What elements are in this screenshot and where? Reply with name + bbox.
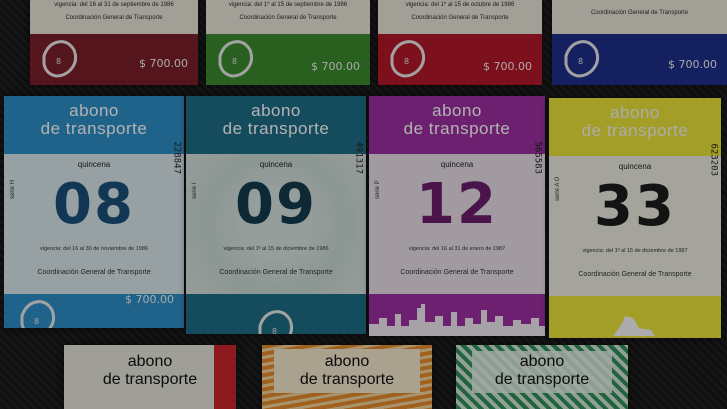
ticket-bottom-3: abono de transporte (456, 345, 628, 409)
coordination-text: Coordinación General de Transporte (411, 15, 509, 21)
coordination-text: Coordinación General de Transporte (219, 269, 333, 276)
svg-text:8: 8 (272, 327, 277, 334)
ticket-bottom-1: abono de transporte (64, 345, 236, 409)
ticket-body: quincena 12 serie P 565583 vigencia: del… (369, 141, 545, 294)
svg-text:8: 8 (232, 57, 237, 66)
validity-text: vigencia: del 16 al 30 de noviembre de 1… (40, 246, 148, 252)
validity-text: vigencia: del 1º al 15 de diciembre de 1… (582, 248, 688, 254)
ticket-top-3: vigencia: del 1º al 15 de octubre de 198… (378, 0, 542, 85)
uruguay-map-icon: 8 (20, 300, 56, 328)
ticket-body: quincena 08 serie H 228847 vigencia: del… (4, 141, 184, 294)
ticket-header: abono de transporte (186, 96, 366, 154)
ticket-header: abono de transporte (549, 98, 721, 156)
uruguay-map-icon: 8 (218, 40, 254, 78)
ticket-title-line1: abono (324, 353, 370, 370)
quincena-label: quincena (618, 162, 652, 171)
coordination-text: Coordinación General de Transporte (65, 15, 163, 21)
ticket-footer (369, 294, 545, 336)
ticket-title-line2: de transporte (299, 371, 395, 388)
price: $ 700.00 (139, 57, 188, 70)
quincena-label: quincena (77, 160, 111, 169)
price: $ 700.00 (668, 58, 717, 71)
svg-text:8: 8 (404, 57, 409, 66)
serie-label: serie H (10, 179, 16, 199)
ticket-title-line1: abono (432, 101, 482, 120)
coordination-text: Coordinación General de Transporte (590, 10, 689, 16)
ticket-top-4: Coordinación General de Transporte 8 $ 7… (552, 0, 727, 85)
serie-label: serie I (192, 182, 198, 199)
ticket-08: abono de transporte quincena 08 serie H … (4, 96, 184, 328)
coordination-text: Coordinación General de Transporte (37, 269, 151, 276)
ticket-footer (549, 296, 721, 338)
quincena-label: quincena (259, 160, 293, 169)
price: $ 700.00 (125, 293, 174, 306)
ticket-footer: 8 (186, 294, 366, 334)
ticket-title-line2: de transporte (102, 371, 198, 388)
ticket-top-2: vigencia: del 1º al 15 de septiembre de … (206, 0, 370, 85)
ticket-title-line1: abono (610, 103, 660, 122)
validity-text: vigencia: del 16 al 31 de enero de 1987 (408, 246, 506, 252)
ticket-09: abono de transporte quincena 09 serie I … (186, 96, 366, 334)
uruguay-map-icon: 8 (42, 40, 78, 78)
ticket-title-line2: de transporte (40, 119, 148, 138)
coordination-text: Coordinación General de Transporte (400, 269, 514, 276)
ticket-top-1: vigencia: del 16 al 31 de septiembre de … (30, 0, 198, 85)
serial-number: 565583 (533, 141, 543, 174)
ticket-title-line2: de transporte (494, 371, 590, 388)
ticket-title-line2: de transporte (222, 119, 330, 138)
ticket-title-line2: de transporte (581, 121, 689, 140)
ticket-title-line1: abono (127, 353, 173, 370)
svg-text:8: 8 (56, 57, 61, 66)
serial-number: 623203 (709, 143, 719, 176)
ticket-header: abono de transporte (4, 96, 184, 154)
city-skyline-icon (369, 304, 545, 336)
ticket-body: quincena 33 serie A O 623203 vigencia: d… (549, 143, 721, 296)
fortnight-number: 33 (594, 174, 676, 239)
validity-text: vigencia: del 1º al 15 de septiembre de … (228, 2, 348, 8)
serie-label: serie A O (555, 176, 561, 201)
ticket-33: abono de transporte quincena 33 serie A … (549, 98, 721, 338)
ticket-header: abono de transporte (369, 96, 545, 154)
monument-icon (613, 316, 655, 336)
ticket-title-line1: abono (69, 101, 119, 120)
coordination-text: Coordinación General de Transporte (578, 271, 692, 278)
uruguay-map-icon: 8 (258, 310, 294, 334)
fortnight-number: 12 (416, 172, 498, 237)
svg-text:8: 8 (578, 57, 583, 66)
ticket-title-line1: abono (251, 101, 301, 120)
validity-text: vigencia: del 1º al 15 de octubre de 198… (405, 2, 515, 8)
ticket-12: abono de transporte quincena 12 serie P … (369, 96, 545, 336)
fortnight-number: 08 (53, 172, 135, 237)
quincena-label: quincena (440, 160, 474, 169)
validity-text: vigencia: del 16 al 31 de septiembre de … (54, 2, 174, 8)
coordination-text: Coordinación General de Transporte (239, 15, 337, 21)
fortnight-number: 09 (235, 172, 317, 237)
uruguay-map-icon: 8 (564, 40, 600, 78)
ticket-title-line2: de transporte (403, 119, 511, 138)
ticket-bottom-2: abono de transporte (262, 345, 432, 409)
validity-text: vigencia: del 1º al 15 de diciembre de 1… (223, 246, 329, 252)
serial-number: 228847 (172, 141, 182, 174)
serial-number: 491317 (354, 141, 364, 174)
serie-label: serie P (375, 180, 381, 199)
price: $ 700.00 (483, 60, 532, 73)
ticket-body: quincena 09 serie I 491317 vigencia: del… (186, 141, 366, 294)
ticket-title-line1: abono (519, 353, 565, 370)
price: $ 700.00 (311, 60, 360, 73)
uruguay-map-icon: 8 (390, 40, 426, 78)
svg-text:8: 8 (34, 317, 39, 326)
